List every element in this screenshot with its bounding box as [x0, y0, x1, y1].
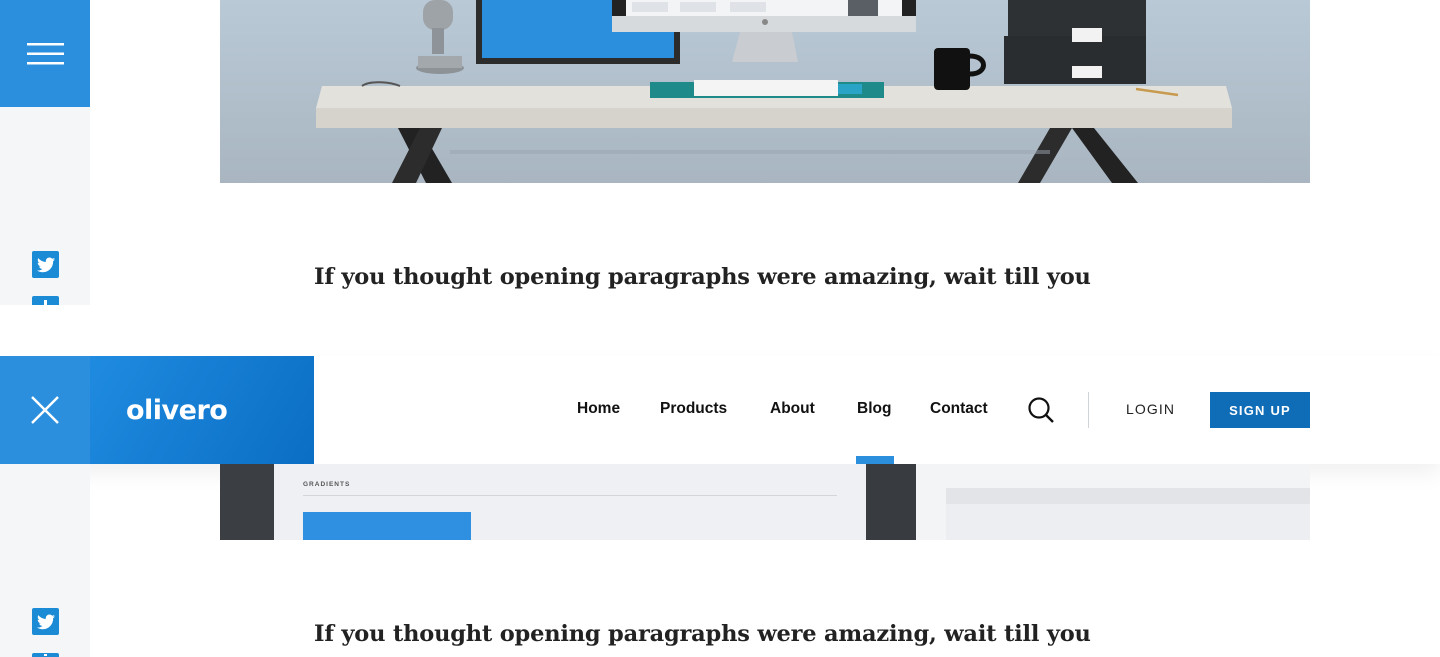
- nav-item-home[interactable]: Home: [577, 400, 620, 418]
- header-divider: [1088, 392, 1089, 428]
- twitter-share-link[interactable]: [32, 251, 59, 278]
- search-button[interactable]: [1027, 396, 1055, 424]
- article-paragraph-repeat: If you thought opening paragraphs were a…: [314, 621, 1091, 647]
- nav-item-contact[interactable]: Contact: [930, 400, 988, 418]
- close-menu-button[interactable]: [0, 356, 90, 464]
- active-nav-indicator: [856, 456, 894, 464]
- linkedin-icon: [44, 299, 47, 305]
- close-icon: [31, 396, 59, 424]
- linkedin-share-link[interactable]: [32, 296, 59, 305]
- hamburger-icon: [26, 42, 64, 64]
- nav-item-products[interactable]: Products: [660, 400, 727, 418]
- linkedin-icon: [44, 654, 47, 656]
- site-logo[interactable]: olivero: [90, 356, 314, 464]
- desk-illustration: [220, 0, 1310, 183]
- nav-item-about[interactable]: About: [770, 400, 815, 418]
- hero-image: [220, 0, 1310, 183]
- twitter-icon: [36, 614, 55, 629]
- twitter-icon: [36, 257, 55, 272]
- article-paragraph: If you thought opening paragraphs were a…: [314, 264, 1091, 290]
- logo-text: olivero: [126, 394, 228, 426]
- linkedin-share-link-bottom[interactable]: [32, 653, 59, 657]
- login-link[interactable]: LOGIN: [1126, 401, 1175, 417]
- article-image: GRADIENTS: [220, 464, 1310, 540]
- mock-label: GRADIENTS: [303, 481, 351, 488]
- nav-item-blog[interactable]: Blog: [857, 400, 891, 418]
- twitter-share-link-bottom[interactable]: [32, 608, 59, 635]
- signup-button[interactable]: SIGN UP: [1210, 392, 1310, 428]
- menu-button[interactable]: [0, 0, 90, 107]
- search-icon: [1028, 397, 1054, 423]
